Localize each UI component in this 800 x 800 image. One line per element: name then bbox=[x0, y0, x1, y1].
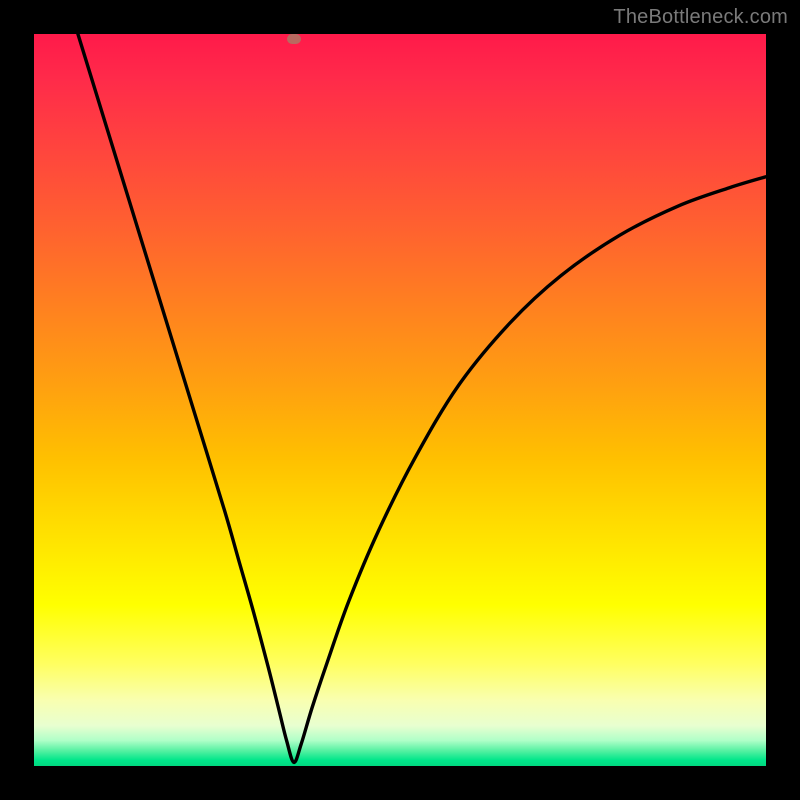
watermark-text: TheBottleneck.com bbox=[613, 6, 788, 29]
bottleneck-marker bbox=[287, 34, 301, 44]
plot-area bbox=[34, 34, 766, 766]
gradient-background bbox=[34, 34, 766, 766]
chart-frame: TheBottleneck.com bbox=[0, 0, 800, 800]
